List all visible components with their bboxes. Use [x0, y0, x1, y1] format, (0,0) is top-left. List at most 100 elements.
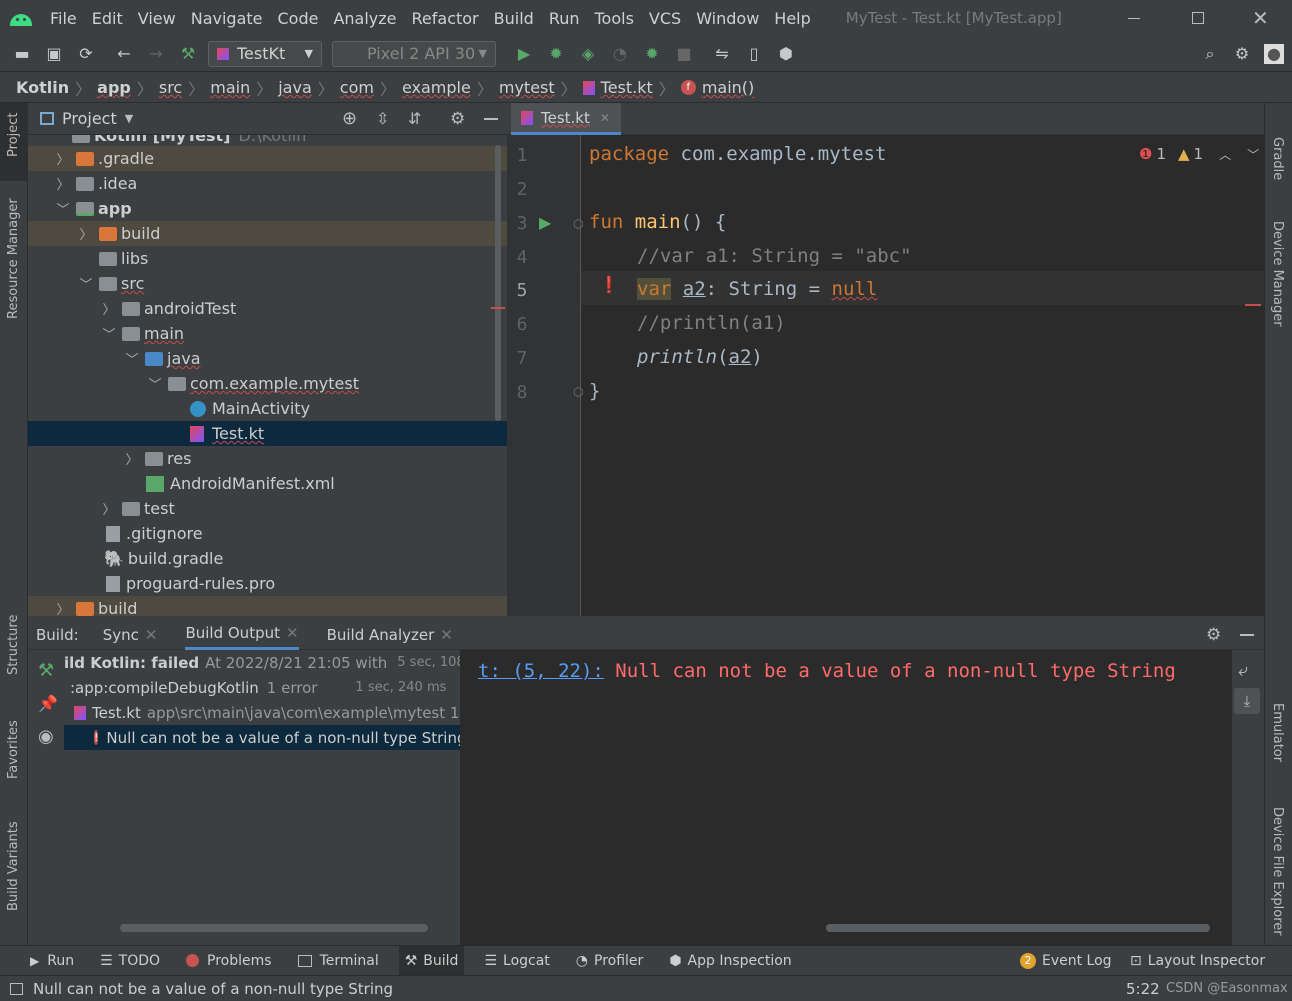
hammer-icon[interactable]: ⚒ [178, 44, 198, 64]
error-stripe[interactable] [1245, 304, 1261, 306]
eye-icon[interactable]: ◉ [38, 726, 54, 747]
tree-item-res[interactable]: 〉 res [28, 446, 507, 471]
breadcrumb-java[interactable]: java [278, 78, 312, 97]
breadcrumb-example[interactable]: example [402, 78, 471, 97]
menu-build[interactable]: Build [494, 9, 534, 28]
tool-favorites-label[interactable]: Favorites [6, 720, 21, 779]
code-line-1[interactable]: package com.example.mytest [589, 143, 886, 165]
menu-navigate[interactable]: Navigate [191, 9, 263, 28]
tree-item-java[interactable]: ﹀ java [28, 346, 507, 371]
breadcrumb-test-kt[interactable]: Test.kt [601, 78, 653, 97]
menu-code[interactable]: Code [278, 9, 319, 28]
tool-build-variants-label[interactable]: Build Variants [6, 821, 21, 911]
tool-todo[interactable]: ☰ TODO [94, 946, 166, 976]
tree-item-root-build[interactable]: 〉 build [28, 596, 507, 616]
tree-item-idea[interactable]: 〉 .idea [28, 171, 507, 196]
profile-icon[interactable]: ◔ [610, 44, 630, 64]
chevron-down-icon[interactable]: ▼ [125, 112, 133, 125]
status-window-icon[interactable] [10, 982, 23, 995]
menu-view[interactable]: View [138, 9, 176, 28]
gear-icon[interactable]: ⚙ [450, 109, 465, 129]
stop-icon[interactable]: ■ [674, 44, 694, 64]
tool-logcat[interactable]: ☰ Logcat [478, 946, 555, 976]
tree-item-proguard[interactable]: proguard-rules.pro [28, 571, 507, 596]
tool-structure-label[interactable]: Structure [6, 615, 21, 675]
code-line-6[interactable]: //println(a1) [637, 312, 786, 334]
breadcrumb-com[interactable]: com [340, 78, 374, 97]
code-line-7[interactable]: println(a2) [637, 346, 763, 368]
code-line-4[interactable]: //var a1: String = "abc" [637, 245, 912, 267]
tool-device-file-explorer-label[interactable]: Device File Explorer [1270, 807, 1285, 936]
tree-item-test[interactable]: 〉 test [28, 496, 507, 521]
inspection-widget[interactable]: ❶1 ▲ 1 ︿ ﹀ [1139, 145, 1259, 163]
fold-icon[interactable]: ⬡ [573, 385, 583, 399]
status-message[interactable]: Null can not be a value of a non-null ty… [33, 980, 393, 998]
tree-item-src[interactable]: ﹀ src [28, 271, 507, 296]
scroll-to-end-icon[interactable]: ⤓ [1234, 688, 1260, 714]
hammer-icon[interactable]: ⚒ [38, 660, 54, 681]
tree-item-manifest[interactable]: AndroidManifest.xml [28, 471, 507, 496]
tab-sync[interactable]: Sync ✕ [103, 626, 158, 644]
build-row-file[interactable]: Test.kt app\src\main\java\com\example\my… [74, 700, 460, 725]
breadcrumb-main-fn[interactable]: main() [702, 78, 754, 97]
code-line-8[interactable]: } [589, 380, 600, 402]
tree-item-app[interactable]: ﹀ app [28, 196, 507, 221]
run-icon[interactable]: ▶ [514, 44, 534, 64]
tree-scrollbar[interactable] [495, 145, 501, 421]
coverage-icon[interactable]: ◈ [578, 44, 598, 64]
tool-profiler[interactable]: ◔ Profiler [570, 946, 650, 976]
menu-vcs[interactable]: VCS [649, 9, 681, 28]
pin-icon[interactable]: 📌 [38, 694, 58, 713]
device-manager-icon[interactable]: ▯ [744, 44, 764, 64]
menu-edit[interactable]: Edit [92, 9, 123, 28]
code-line-5[interactable]: var a2: String = null [637, 278, 877, 300]
fold-icon[interactable]: ⬡ [573, 217, 583, 231]
menu-analyze[interactable]: Analyze [333, 9, 396, 28]
tab-build-output[interactable]: Build Output ✕ [185, 620, 299, 650]
menu-window[interactable]: Window [696, 9, 759, 28]
menu-help[interactable]: Help [774, 9, 810, 28]
project-view-select[interactable]: Project [62, 109, 117, 128]
build-tree-scrollbar[interactable] [120, 924, 428, 932]
code-line-3[interactable]: fun main() { [589, 211, 726, 233]
tree-item-build-gradle[interactable]: 🐘 build.gradle [28, 546, 507, 571]
search-icon[interactable]: ⌕ [1200, 44, 1220, 64]
gear-icon[interactable]: ⚙ [1206, 625, 1221, 645]
open-folder-icon[interactable]: ▬ [12, 44, 32, 64]
menu-file[interactable]: File [50, 9, 77, 28]
caret-position[interactable]: 5:22 [1126, 980, 1160, 998]
menu-run[interactable]: Run [549, 9, 580, 28]
attach-debugger-icon[interactable]: ✹ [642, 44, 662, 64]
breadcrumb-main[interactable]: main [210, 78, 250, 97]
tool-app-inspection[interactable]: ⬢ App Inspection [663, 946, 797, 976]
debug-icon[interactable]: ✹ [546, 44, 566, 64]
error-location-link[interactable]: t: (5, 22): [478, 660, 604, 682]
tree-item-main[interactable]: ﹀ main [28, 321, 507, 346]
maximize-icon[interactable] [1192, 12, 1204, 24]
tool-run[interactable]: ▶ Run [24, 946, 80, 976]
gradle-sync-icon[interactable]: ⇋ [712, 44, 732, 64]
tree-item-libs[interactable]: libs [28, 246, 507, 271]
tool-device-manager-label[interactable]: Device Manager [1270, 221, 1285, 327]
save-icon[interactable]: ▣ [44, 44, 64, 64]
tool-project-label[interactable]: Project [6, 113, 21, 157]
tree-item-mainactivity[interactable]: MainActivity [28, 396, 507, 421]
tool-problems[interactable]: Problems [180, 946, 278, 976]
build-row-error[interactable]: ! Null can not be a value of a non-null … [64, 725, 460, 750]
back-icon[interactable]: ← [114, 44, 134, 64]
build-row-failed[interactable]: ild Kotlin: failed At 2022/8/21 21:05 wi… [64, 650, 460, 675]
menu-refactor[interactable]: Refactor [412, 9, 479, 28]
output-scrollbar[interactable] [826, 924, 1210, 932]
close-icon[interactable]: ✕ [1252, 6, 1269, 30]
tool-terminal[interactable]: Terminal [292, 946, 385, 976]
tab-test-kt[interactable]: Test.kt ✕ [511, 103, 621, 135]
tree-item-androidtest[interactable]: 〉 androidTest [28, 296, 507, 321]
tool-resource-manager-label[interactable]: Resource Manager [6, 198, 21, 319]
locate-icon[interactable]: ⊕ [342, 108, 357, 129]
menu-tools[interactable]: Tools [595, 9, 634, 28]
hide-panel-icon[interactable] [484, 118, 498, 120]
tree-item-gradle[interactable]: 〉 .gradle [28, 146, 507, 171]
expand-all-icon[interactable]: ⇳ [376, 109, 389, 128]
run-gutter-icon[interactable]: ▶ [539, 213, 551, 232]
sync-icon[interactable]: ⟳ [76, 44, 96, 64]
